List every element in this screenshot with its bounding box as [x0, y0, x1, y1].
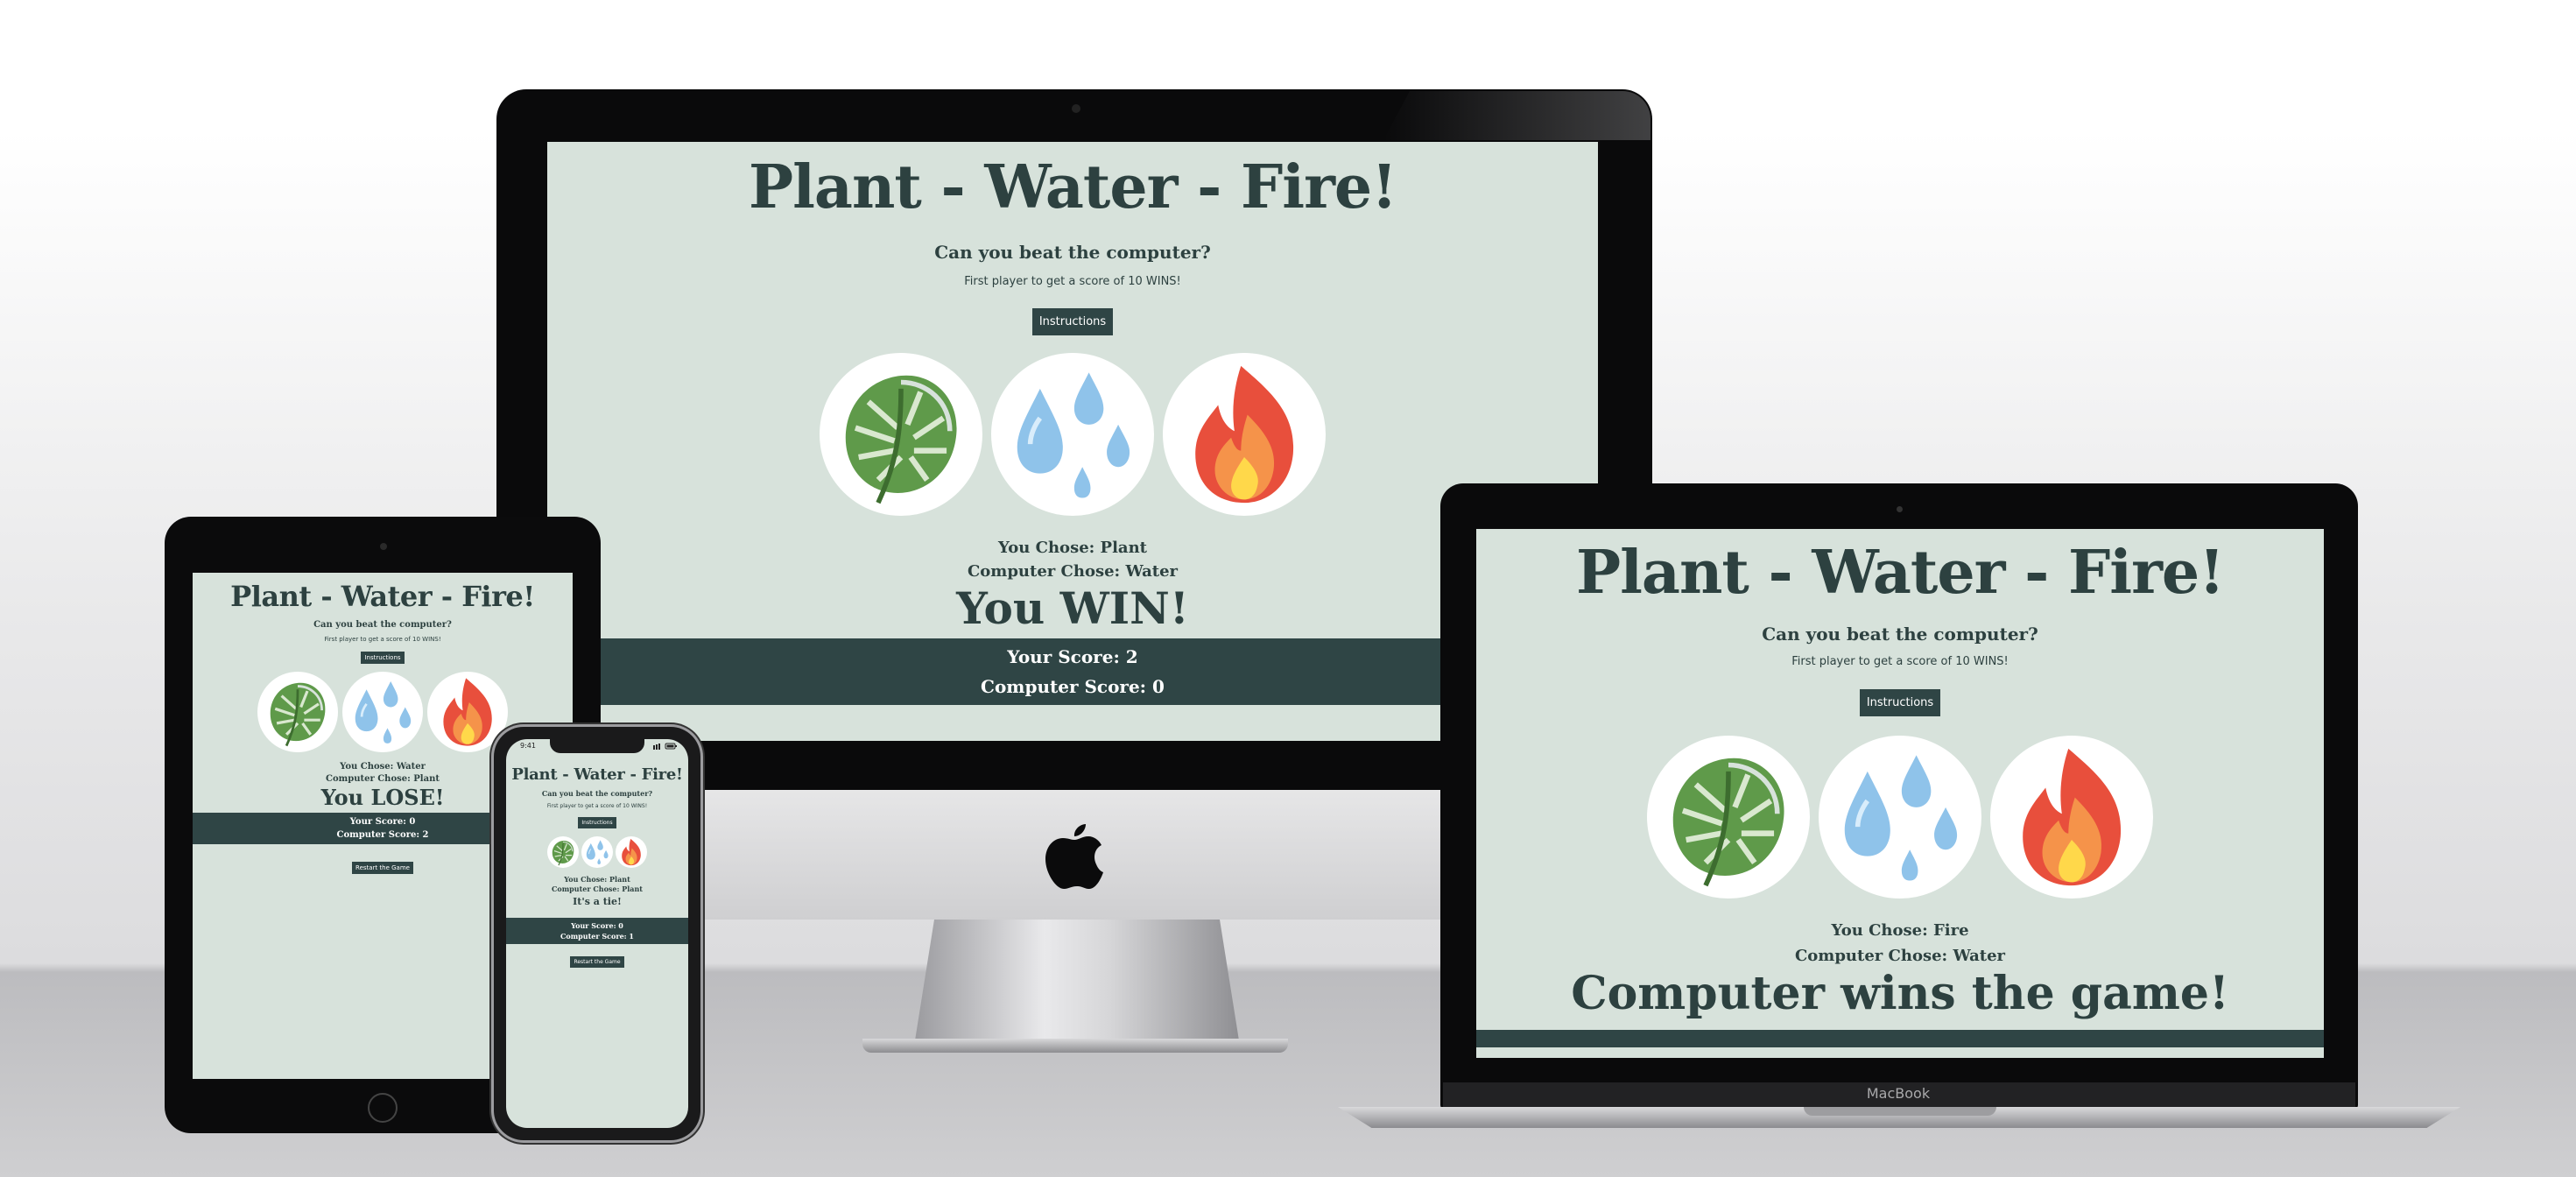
imac-stand — [915, 920, 1239, 1040]
flame-icon — [1163, 353, 1326, 516]
round-result: It's a tie! — [573, 896, 622, 907]
imac-stand-foot — [862, 1039, 1288, 1053]
apple-logo-icon — [1044, 819, 1105, 889]
water-choice-button[interactable] — [581, 836, 613, 868]
plant-choice-button[interactable] — [257, 672, 338, 752]
battery-icon — [653, 743, 677, 750]
restart-button[interactable]: Restart the Game — [352, 861, 413, 874]
plant-choice-button[interactable] — [547, 836, 579, 868]
choice-buttons — [506, 836, 688, 868]
fire-choice-button[interactable] — [1163, 353, 1326, 516]
iphone-screen: Plant - Water - Fire! Can you beat the c… — [506, 739, 688, 1128]
water-drops-icon — [991, 353, 1154, 516]
computer-choice-text: Computer Chose: Water — [1794, 947, 2006, 965]
player-choice-text: You Chose: Plant — [564, 875, 630, 884]
water-choice-button[interactable] — [1819, 736, 1981, 899]
flame-icon — [616, 836, 647, 868]
rules-text: First player to get a score of 10 WINS! — [1791, 655, 2009, 668]
instructions-button[interactable]: Instructions — [1031, 308, 1114, 335]
macbook-brand-label: MacBook — [1866, 1085, 1931, 1102]
fire-choice-button[interactable] — [616, 836, 647, 868]
instructions-button[interactable]: Instructions — [578, 817, 616, 828]
status-bar-time: 9:41 — [520, 742, 536, 750]
subtitle: Can you beat the computer? — [934, 242, 1211, 263]
plant-choice-button[interactable] — [820, 353, 982, 516]
page-title: Plant - Water - Fire! — [230, 580, 535, 613]
fire-choice-button[interactable] — [427, 672, 508, 752]
computer-score: Computer Score: 1 — [560, 932, 634, 941]
ipad-camera-icon — [380, 543, 387, 550]
subtitle: Can you beat the computer? — [1762, 624, 2038, 645]
status-bar-icons — [653, 743, 678, 750]
subtitle: Can you beat the computer? — [313, 620, 452, 630]
ipad-home-button — [368, 1093, 398, 1123]
flame-icon — [427, 672, 508, 752]
instructions-button[interactable]: Instructions — [1859, 689, 1941, 716]
fire-choice-button[interactable] — [1990, 736, 2153, 899]
macbook-camera-icon — [1897, 506, 1903, 512]
monstera-leaf-icon — [257, 672, 338, 752]
instructions-button[interactable]: Instructions — [361, 652, 405, 664]
player-score: Your Score: 0 — [571, 921, 623, 930]
choice-buttons — [1476, 736, 2324, 899]
score-bar: Your Score: 0 Computer Score: 1 — [506, 918, 688, 944]
water-choice-button[interactable] — [342, 672, 423, 752]
restart-button[interactable]: Restart the Game — [570, 956, 624, 968]
player-choice-text: You Chose: Fire — [1831, 921, 1969, 940]
page-title: Plant - Water - Fire! — [748, 152, 1397, 222]
page-title: Plant - Water - Fire! — [1575, 538, 2225, 608]
game-result: Computer wins the game! — [1571, 967, 2229, 1020]
computer-choice-text: Computer Chose: Plant — [552, 885, 643, 893]
choice-buttons — [547, 353, 1598, 516]
rules-text: First player to get a score of 10 WINS! — [964, 275, 1181, 288]
page-title: Plant - Water - Fire! — [511, 765, 683, 784]
subtitle: Can you beat the computer? — [541, 789, 653, 798]
imac-glass-reflection — [1383, 91, 1650, 140]
monstera-leaf-icon — [820, 353, 982, 516]
monstera-leaf-icon — [1647, 736, 1810, 899]
macbook-screen: Plant - Water - Fire! Can you beat the c… — [1476, 529, 2324, 1058]
flame-icon — [1990, 736, 2153, 899]
monstera-leaf-icon — [547, 836, 579, 868]
score-bar — [1476, 1030, 2324, 1048]
plant-choice-button[interactable] — [1647, 736, 1810, 899]
water-choice-button[interactable] — [991, 353, 1154, 516]
rules-text: First player to get a score of 10 WINS! — [324, 636, 441, 643]
water-drops-icon — [581, 836, 613, 868]
iphone-notch — [550, 739, 644, 753]
water-drops-icon — [1819, 736, 1981, 899]
water-drops-icon — [342, 672, 423, 752]
macbook-thumb-notch — [1804, 1107, 1996, 1116]
rules-text: First player to get a score of 10 WINS! — [546, 803, 648, 809]
imac-camera-icon — [1072, 104, 1080, 113]
